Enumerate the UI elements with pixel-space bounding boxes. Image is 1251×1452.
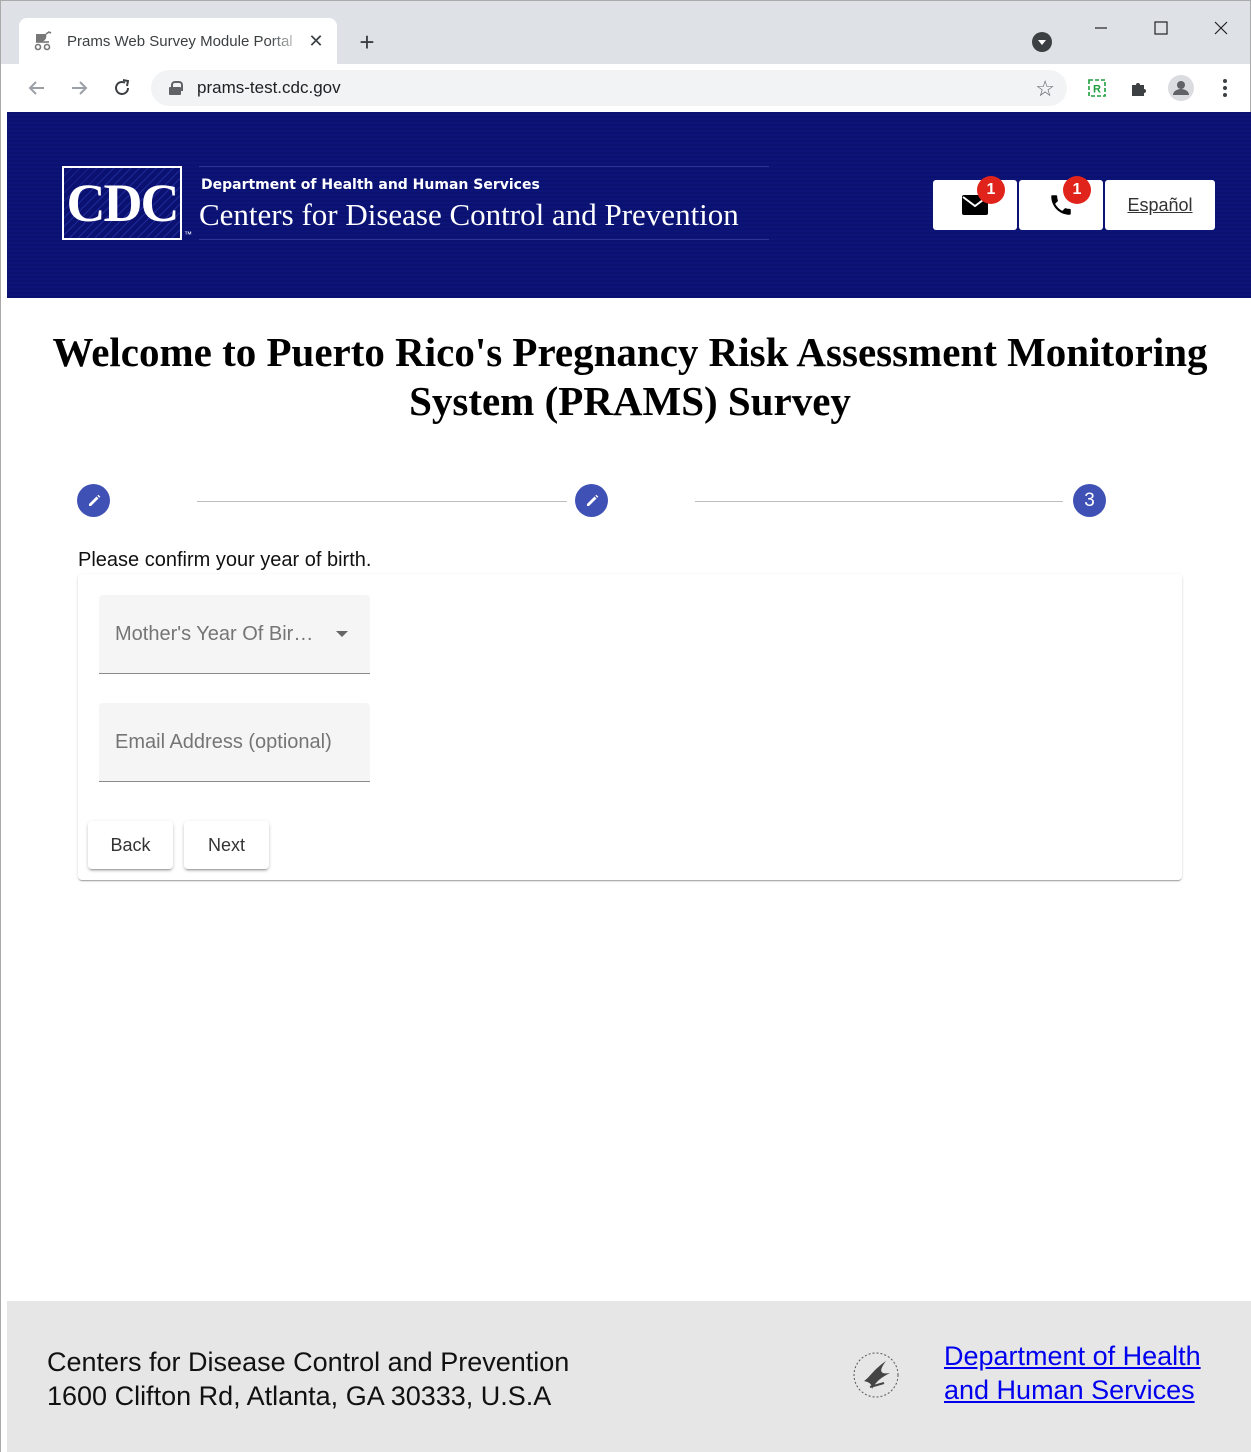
trademark: ™ [184,230,192,239]
profile-avatar-icon[interactable] [1167,74,1195,102]
new-tab-button[interactable]: + [353,29,381,57]
forward-arrow-icon[interactable] [65,74,93,102]
year-of-birth-select[interactable]: Mother's Year Of Bir… [99,595,370,674]
progress-stepper: 3 [77,484,1107,518]
profile-dropdown-icon[interactable] [1032,32,1052,52]
phone-button[interactable]: 1 [1019,176,1103,230]
hhs-link-line-2: and Human Services [944,1375,1195,1405]
birth-year-prompt: Please confirm your year of birth. [78,549,372,571]
browser-tab[interactable]: Prams Web Survey Module Portal ✕ [19,18,337,64]
maximize-button[interactable] [1141,13,1181,43]
department-name: Department of Health and Human Services [201,177,540,193]
page-footer: Centers for Disease Control and Preventi… [7,1301,1251,1452]
hhs-link[interactable]: Department of Health and Human Services [944,1339,1201,1407]
footer-org-name: Centers for Disease Control and Preventi… [47,1347,570,1377]
header-actions: 1 1 Español [933,176,1215,230]
lock-icon [169,81,183,95]
email-field[interactable]: Email Address (optional) [99,703,370,782]
browser-toolbar: prams-test.cdc.gov ☆ R [1,64,1250,113]
step-3-indicator[interactable]: 3 [1073,484,1106,517]
url-text: prams-test.cdc.gov [197,78,341,97]
agency-title-block: Department of Health and Human Services … [199,166,769,240]
next-button[interactable]: Next [184,821,269,869]
back-button[interactable]: Back [88,821,173,869]
spanish-language-link[interactable]: Español [1105,180,1215,230]
step-2-edit-icon[interactable] [575,484,608,517]
dropdown-arrow-icon [336,631,348,637]
extensions-puzzle-icon[interactable] [1125,74,1153,102]
hhs-eagle-logo-icon [853,1352,899,1398]
browser-menu-icon[interactable] [1211,74,1239,102]
cdc-logo-text: CDC [66,173,180,233]
extension-green-icon[interactable]: R [1083,74,1111,102]
address-bar[interactable]: prams-test.cdc.gov ☆ [151,70,1067,106]
tab-title: Prams Web Survey Module Portal [67,32,293,50]
reload-icon[interactable] [108,74,136,102]
bookmark-star-icon[interactable]: ☆ [1035,76,1055,102]
agency-name: Centers for Disease Control and Preventi… [199,197,739,232]
hhs-link-line-1: Department of Health [944,1341,1201,1371]
step-1-edit-icon[interactable] [77,484,110,517]
mail-badge: 1 [977,176,1005,204]
footer-address: 1600 Clifton Rd, Atlanta, GA 30333, U.S.… [47,1381,552,1411]
close-window-button[interactable] [1201,13,1241,43]
survey-form-card: Mother's Year Of Bir… Email Address (opt… [78,574,1182,880]
browser-chrome: Prams Web Survey Module Portal ✕ + prams… [0,0,1251,113]
cdc-header: CDC ™ Department of Health and Human Ser… [7,112,1251,298]
minimize-button[interactable] [1081,13,1121,43]
stroller-favicon-icon [33,30,55,52]
back-arrow-icon[interactable] [23,74,51,102]
step-connector [197,501,567,502]
step-connector [695,501,1063,502]
cdc-logo[interactable]: CDC [62,166,182,240]
window-frame [0,112,7,1452]
svg-text:R: R [1093,84,1101,96]
email-placeholder: Email Address (optional) [115,730,332,753]
phone-badge: 1 [1063,176,1091,204]
page-title: Welcome to Puerto Rico's Pregnancy Risk … [52,329,1208,424]
year-of-birth-label: Mother's Year Of Bir… [115,622,314,645]
tab-close-icon[interactable]: ✕ [305,30,327,52]
messages-button[interactable]: 1 [933,176,1017,230]
